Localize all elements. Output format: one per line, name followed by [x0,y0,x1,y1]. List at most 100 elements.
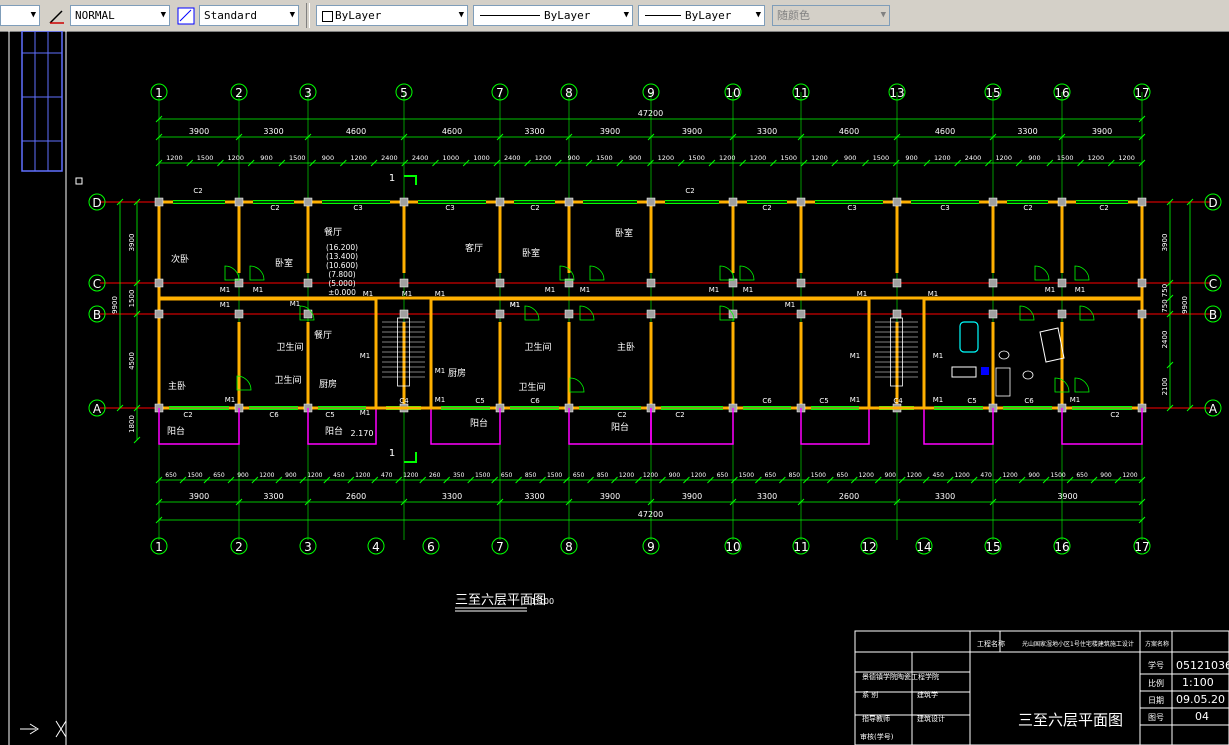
axis-label: 16 [1054,540,1069,554]
column [495,197,505,207]
dim-bottom-detail-label: 650 [1076,472,1088,479]
dim-bottom-detail-label: 900 [885,472,897,479]
dim-top-detail-label: 1500 [197,154,214,162]
door-label: M1 [857,290,868,298]
dim-bottom-row-label: 3900 [1057,492,1077,501]
lineweight-select[interactable]: ByLayer ▼ [638,5,765,26]
chevron-down-icon: ▼ [160,10,166,20]
dim-top-detail-label: 900 [260,154,272,162]
door-label: M1 [510,301,521,309]
dim-right-label: 750 [1161,284,1169,297]
plotstyle-value: 随颜色 [777,9,810,22]
axis-label: 2 [235,540,243,554]
column [796,309,806,319]
drawing-canvas[interactable]: 1 2 3 5 7 8 9 10 11 13 15 16 171 2 3 4 6 7 8 9 10 11 12 14 15 16 1… [0,31,1229,745]
level-label: ±0.000 [328,288,356,297]
prev-dropdown[interactable]: ▼ [0,5,40,26]
window-label: C5 [967,397,976,405]
properties-toolbar: ▼ NORMAL ▼ Standard ▼ ByLayer ▼ ByLayer ▼ By… [0,0,1229,32]
dim-top-detail-label: 1200 [1118,154,1135,162]
furniture-basin [1022,370,1034,380]
left-legend-panel [8,31,83,745]
layer-color-select[interactable]: ByLayer ▼ [316,5,468,26]
window-label: C6 [530,397,540,405]
dim-bottom-detail-label: 1200 [1002,472,1017,479]
dim-style-icon[interactable] [177,7,195,25]
balcony [800,408,870,445]
dim-bottom-detail-label: 850 [789,472,801,479]
column [564,197,574,207]
dim-top-detail-label: 1500 [780,154,797,162]
axis-label: 2 [235,86,243,100]
column [399,278,409,288]
window-label: C4 [399,397,409,405]
tb-row2-col2: 建筑学 [917,690,938,699]
chevron-down-icon: ▼ [458,10,464,20]
dim-top-detail-label: 1200 [658,154,675,162]
axis-label: 9 [647,540,655,554]
dim-top-detail-label: 1500 [688,154,705,162]
dim-style-select[interactable]: Standard ▼ [199,5,299,26]
balcony [158,408,240,445]
room-label: 卫生间 [524,341,551,353]
dim-bottom-detail-label: 650 [501,472,513,479]
dim-top-detail-label: 900 [629,154,641,162]
dim-bottom-detail-label: 650 [837,472,849,479]
dim-top-detail-label: 2400 [381,154,398,162]
axis-label: 7 [496,540,504,554]
dim-left-label: 3900 [128,234,136,252]
dim-bottom-detail-label: 1500 [547,472,562,479]
axis-label: 8 [565,86,573,100]
dim-top-row-label: 3300 [263,127,283,136]
color-swatch-icon [322,11,333,22]
column [154,309,164,319]
axis-label: B [93,308,101,322]
balcony [650,408,734,445]
column [1137,197,1147,207]
door-label: M1 [933,352,944,360]
line-sample-icon [480,15,540,16]
door-swing [524,305,540,321]
lineweight-value: ByLayer [685,9,732,22]
column [154,278,164,288]
dim-right-label: 3900 [1161,234,1169,252]
room-label: 卫生间 [274,374,301,386]
door-swing [1074,377,1090,393]
dim-top-row-label: 3900 [600,127,620,136]
door-label: M1 [1070,396,1081,404]
dim-bottom-row-label: 3300 [263,492,283,501]
window-label: C2 [183,411,192,419]
furniture-counter [951,366,977,378]
drawing-scale: 1:100 [531,597,554,606]
window-label: C3 [445,204,454,212]
dim-bottom-detail-label: 470 [381,472,393,479]
dim-top-detail-label: 900 [322,154,334,162]
text-style-select[interactable]: NORMAL ▼ [70,5,170,26]
dim-bottom-row-label: 3300 [757,492,777,501]
dim-bottom-row-label: 3900 [682,492,702,501]
dim-bottom-detail-label: 650 [717,472,729,479]
dim-top-detail-label: 1500 [596,154,613,162]
door-label: M1 [360,352,371,360]
room-label: 阳台 [167,425,185,437]
dim-top-detail-label: 1000 [473,154,490,162]
axis-label: 1 [155,540,163,554]
dim-top-row-label: 4600 [839,127,859,136]
room-label: 卫生间 [276,341,303,353]
dim-bottom-detail-label: 1200 [643,472,658,479]
dim-right-total-label: 9900 [1181,296,1189,314]
dim-top-detail-label: 2400 [504,154,521,162]
dim-bottom-detail-label: 1200 [955,472,970,479]
text-style-icon[interactable] [48,7,66,25]
door-label: M1 [785,301,796,309]
tb-date: 09.05.20 [1176,693,1225,706]
axis-label: 3 [304,86,312,100]
dim-style-value: Standard [204,9,257,22]
linetype-value: ByLayer [544,9,591,22]
floor-plan: 1 2 3 5 7 8 9 10 11 13 15 16 171 2 3 4 6 7 8 9 10 11 12 14 15 16 1… [88,83,1222,555]
dim-bottom-row-label: 2600 [839,492,859,501]
door-label: M1 [220,301,231,309]
window-label: C5 [475,397,484,405]
axis-label: 17 [1134,540,1149,554]
linetype-select[interactable]: ByLayer ▼ [473,5,633,26]
